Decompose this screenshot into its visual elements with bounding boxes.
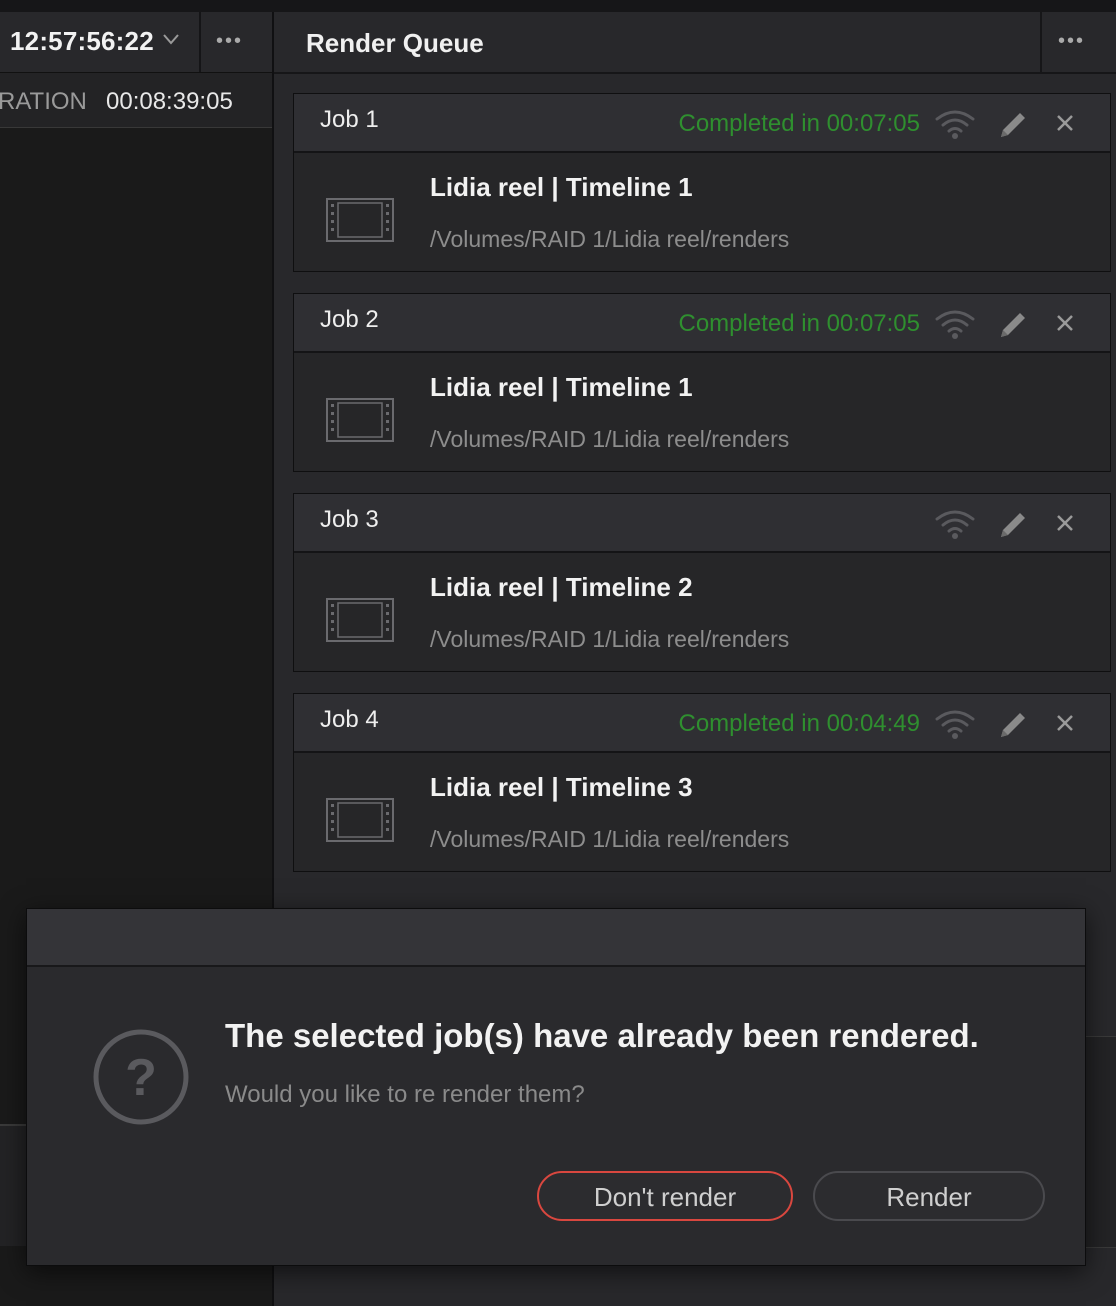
job-card[interactable]: Job 3 Lidia reel | Timeline 2 /Volumes/R… [293, 493, 1111, 672]
job-card[interactable]: Job 2 Completed in 00:07:05 Lidia reel |… [293, 293, 1111, 472]
job-name: Job 3 [320, 506, 379, 533]
film-clip-icon [326, 798, 394, 842]
close-icon[interactable] [1054, 512, 1076, 534]
chevron-down-icon[interactable] [162, 32, 180, 46]
close-icon[interactable] [1054, 712, 1076, 734]
dialog-title: The selected job(s) have already been re… [225, 1017, 979, 1054]
close-icon[interactable] [1054, 312, 1076, 334]
job-name: Job 1 [320, 106, 379, 133]
job-status: Completed in 00:04:49 [678, 710, 921, 737]
divider [1040, 12, 1042, 72]
job-output-path: /Volumes/RAID 1/Lidia reel/renders [430, 226, 790, 252]
question-mark-icon: ? [93, 1029, 189, 1125]
remote-render-icon[interactable] [934, 108, 976, 140]
film-clip-icon [326, 198, 394, 242]
job-output-path: /Volumes/RAID 1/Lidia reel/renders [430, 626, 790, 652]
job-name: Job 4 [320, 706, 379, 733]
pencil-icon[interactable] [996, 508, 1030, 542]
window-top-edge [0, 0, 1116, 12]
job-output-path: /Volumes/RAID 1/Lidia reel/renders [430, 826, 790, 852]
film-clip-icon [326, 598, 394, 642]
remote-render-icon[interactable] [934, 308, 976, 340]
dialog-message: Would you like to re render them? [225, 1081, 585, 1108]
dont-render-button[interactable]: Don't render [537, 1171, 793, 1221]
job-timeline-name: Lidia reel | Timeline 1 [430, 372, 693, 402]
job-header: Job 1 Completed in 00:07:05 [294, 94, 1110, 153]
svg-text:?: ? [125, 1049, 157, 1107]
job-card[interactable]: Job 4 Completed in 00:04:49 Lidia reel |… [293, 693, 1111, 872]
render-queue-more-options-button[interactable]: ••• [1058, 30, 1085, 53]
close-icon[interactable] [1054, 112, 1076, 134]
job-timeline-name: Lidia reel | Timeline 2 [430, 572, 693, 602]
pencil-icon[interactable] [996, 108, 1030, 142]
divider [199, 12, 201, 72]
job-card[interactable]: Job 1 Completed in 00:07:05 Lidia reel |… [293, 93, 1111, 272]
duration-label: RATION [0, 88, 87, 115]
background-panel [1086, 1036, 1116, 1248]
rerender-confirm-dialog: ? The selected job(s) have already been … [26, 908, 1086, 1266]
job-header: Job 4 Completed in 00:04:49 [294, 694, 1110, 753]
job-timeline-name: Lidia reel | Timeline 3 [430, 772, 693, 802]
job-header: Job 2 Completed in 00:07:05 [294, 294, 1110, 353]
duration-value: 00:08:39:05 [106, 88, 233, 115]
left-more-options-button[interactable]: ••• [216, 30, 243, 53]
pencil-icon[interactable] [996, 708, 1030, 742]
job-output-path: /Volumes/RAID 1/Lidia reel/renders [430, 426, 790, 452]
pencil-icon[interactable] [996, 308, 1030, 342]
job-status: Completed in 00:07:05 [678, 310, 921, 337]
job-timeline-name: Lidia reel | Timeline 1 [430, 172, 693, 202]
render-queue-title: Render Queue [306, 28, 484, 58]
job-name: Job 2 [320, 306, 379, 333]
render-button[interactable]: Render [813, 1171, 1045, 1221]
dialog-title-bar [27, 909, 1085, 967]
remote-render-icon[interactable] [934, 508, 976, 540]
timecode-display[interactable]: 12:57:56:22 [10, 26, 154, 57]
job-header: Job 3 [294, 494, 1110, 553]
film-clip-icon [326, 398, 394, 442]
job-status: Completed in 00:07:05 [678, 110, 921, 137]
remote-render-icon[interactable] [934, 708, 976, 740]
